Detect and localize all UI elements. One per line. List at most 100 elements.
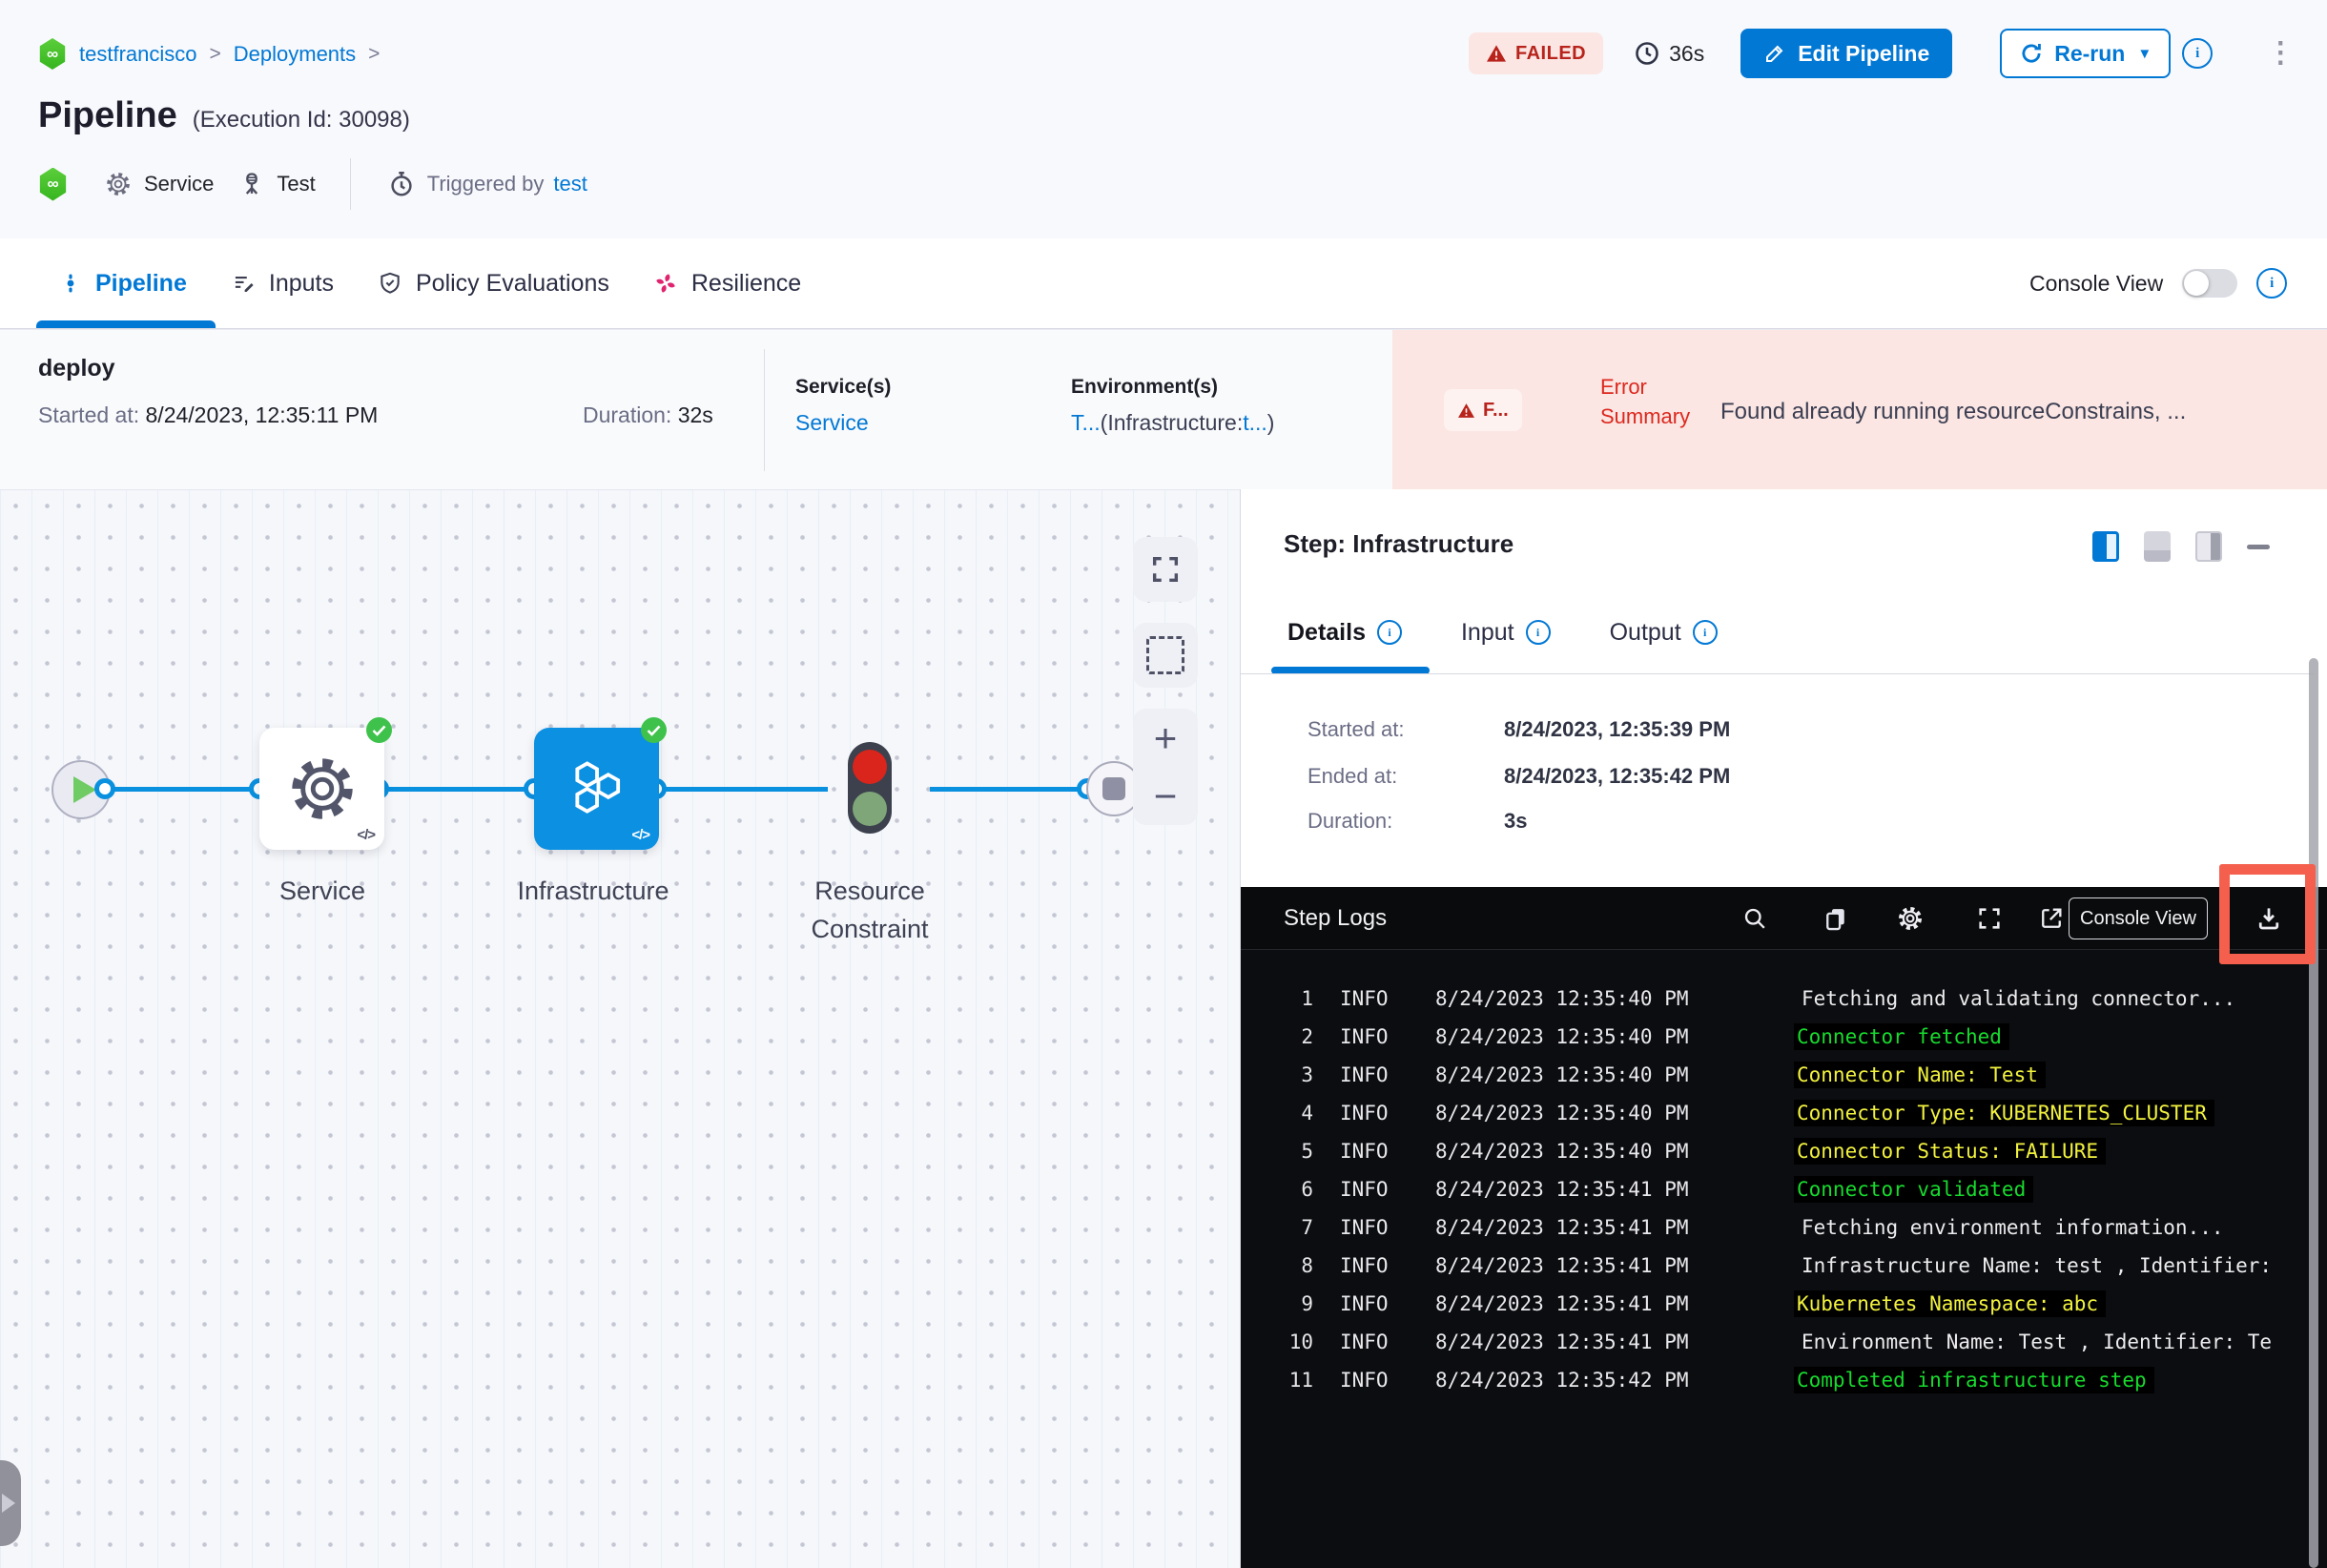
layout-bottom-view-button[interactable]	[2144, 531, 2171, 562]
more-options-menu[interactable]: ⋮	[2266, 39, 2295, 68]
log-row: 4 INFO 8/24/2023 12:35:40 PM Connector T…	[1241, 1094, 2327, 1132]
step-panel-tabs: Details i Input i Output i	[1287, 604, 1718, 661]
console-view-button[interactable]: Console View	[2069, 897, 2208, 939]
log-timestamp: 8/24/2023 12:35:40 PM	[1435, 1025, 1689, 1048]
stopwatch-icon	[387, 169, 416, 199]
red-light-icon	[853, 750, 887, 784]
step-logs-header: Step Logs Console View	[1241, 887, 2327, 950]
infrastructure-step-node[interactable]: </>	[534, 728, 659, 850]
stage-duration: Duration: 32s	[583, 402, 713, 427]
fit-to-screen-button[interactable]	[1133, 537, 1198, 602]
log-line-number: 10	[1288, 1331, 1313, 1353]
edge-connector	[930, 787, 1080, 792]
refresh-icon	[2022, 44, 2042, 63]
log-timestamp: 8/24/2023 12:35:41 PM	[1435, 1331, 1689, 1353]
node-label-service: Service	[278, 877, 366, 905]
log-row: 3 INFO 8/24/2023 12:35:40 PM Connector N…	[1241, 1056, 2327, 1094]
info-icon[interactable]: i	[1525, 620, 1551, 645]
tab-details[interactable]: Details i	[1287, 619, 1402, 647]
rerun-button[interactable]: Re-run ▼	[2000, 29, 2172, 78]
log-timestamp: 8/24/2023 12:35:41 PM	[1435, 1254, 1689, 1277]
breadcrumb-account-link[interactable]: testfrancisco	[79, 42, 197, 67]
console-view-toggle[interactable]	[2182, 269, 2238, 298]
log-message: Environment Name: Test , Identifier: Te	[1802, 1331, 2273, 1353]
green-light-icon	[853, 792, 887, 826]
expand-left-panel-tab[interactable]	[0, 1460, 21, 1546]
tab-pipeline[interactable]: Pipeline	[59, 270, 187, 298]
expand-fullscreen-icon[interactable]	[1973, 902, 2006, 935]
search-icon[interactable]	[1739, 902, 1771, 935]
environment-value[interactable]: T...(Infrastructure:t...)	[1071, 410, 1274, 436]
log-row: 9 INFO 8/24/2023 12:35:41 PM Kubernetes …	[1241, 1285, 2327, 1323]
divider	[1241, 673, 2314, 674]
edge-connector	[664, 787, 828, 792]
hexagons-icon	[574, 761, 620, 814]
tab-output[interactable]: Output i	[1610, 619, 1718, 647]
log-level: INFO	[1340, 1102, 1389, 1124]
service-link[interactable]: Service	[795, 410, 891, 436]
log-message: Connector fetched	[1794, 1023, 2009, 1050]
info-icon[interactable]: i	[1376, 620, 1402, 645]
tab-policy-evaluations[interactable]: Policy Evaluations	[378, 270, 609, 298]
settings-gear-icon[interactable]	[1894, 902, 1926, 935]
log-line-number: 2	[1301, 1025, 1313, 1048]
title-row: Pipeline (Execution Id: 30098)	[38, 95, 410, 136]
log-message: Kubernetes Namespace: abc	[1794, 1290, 2107, 1317]
info-icon[interactable]: i	[2182, 38, 2214, 69]
info-icon[interactable]: i	[1692, 620, 1718, 645]
console-view-label: Console View	[2029, 270, 2164, 296]
fullscreen-icon	[1152, 556, 1179, 583]
status-badge: FAILED	[1469, 32, 1604, 74]
log-row: 7 INFO 8/24/2023 12:35:41 PM Fetching en…	[1241, 1208, 2327, 1247]
service-step-node[interactable]: </>	[259, 728, 384, 850]
tab-inputs[interactable]: Inputs	[231, 270, 334, 298]
pipeline-graph-canvas[interactable]: </> </> Service Infrastructure Resource …	[0, 489, 1240, 1568]
marquee-select-button[interactable]	[1133, 623, 1198, 688]
log-level: INFO	[1340, 1254, 1389, 1277]
info-icon[interactable]: i	[2256, 268, 2288, 299]
detail-value: 8/24/2023, 12:35:42 PM	[1504, 764, 1731, 788]
success-check-icon	[641, 717, 667, 743]
log-level: INFO	[1340, 1025, 1389, 1048]
pipeline-execution-screen: ∞ testfrancisco > Deployments > Pipeline…	[0, 0, 2327, 1568]
log-level: INFO	[1340, 1140, 1389, 1163]
chevron-right-icon: >	[368, 42, 381, 65]
marquee-icon	[1146, 636, 1184, 674]
error-summary-message: Found already running resourceConstrains…	[1720, 399, 2187, 424]
error-status-badge: F...	[1444, 389, 1522, 431]
code-badge: </>	[357, 827, 376, 843]
open-external-icon[interactable]	[2035, 902, 2068, 935]
minimize-panel-button[interactable]	[2247, 544, 2270, 549]
gear-icon	[104, 170, 133, 198]
log-level: INFO	[1340, 1063, 1389, 1086]
tab-resilience[interactable]: Resilience	[653, 270, 801, 298]
stage-name[interactable]: deploy	[38, 355, 115, 382]
vertical-scrollbar[interactable]	[2309, 658, 2318, 1568]
resource-constraint-node[interactable]	[848, 742, 892, 834]
trigger-user-link[interactable]: test	[553, 172, 587, 196]
divider	[764, 349, 765, 471]
detail-label: Duration:	[1308, 809, 1393, 833]
edit-pipeline-button[interactable]: Edit Pipeline	[1740, 29, 1953, 78]
error-summary-band: F... Error Summary Found already running…	[1392, 330, 2327, 490]
console-view-control: Console View i	[2029, 238, 2288, 328]
layout-minimized-view-button[interactable]	[2195, 531, 2222, 562]
tab-input[interactable]: Input i	[1461, 619, 1551, 647]
zoom-in-button[interactable]: +	[1154, 717, 1178, 757]
edge-connector	[386, 787, 526, 792]
log-timestamp: 8/24/2023 12:35:40 PM	[1435, 1140, 1689, 1163]
download-logs-button[interactable]	[2246, 896, 2292, 941]
warning-icon	[1487, 45, 1506, 62]
log-level: INFO	[1340, 1216, 1389, 1239]
edge-connector	[113, 787, 252, 792]
log-message: Infrastructure Name: test , Identifier:	[1802, 1254, 2273, 1277]
environment-meta-label[interactable]: Test	[277, 172, 315, 196]
log-rows[interactable]: 1 INFO 8/24/2023 12:35:40 PM Fetching an…	[1241, 980, 2327, 1399]
step-logs-title: Step Logs	[1284, 904, 1388, 931]
breadcrumb-deployments-link[interactable]: Deployments	[234, 42, 356, 67]
service-meta-label[interactable]: Service	[144, 172, 214, 196]
zoom-out-button[interactable]: −	[1154, 775, 1178, 815]
layout-right-view-button[interactable]	[2092, 531, 2119, 562]
log-line-number: 3	[1301, 1063, 1313, 1086]
copy-icon[interactable]	[1820, 902, 1852, 935]
